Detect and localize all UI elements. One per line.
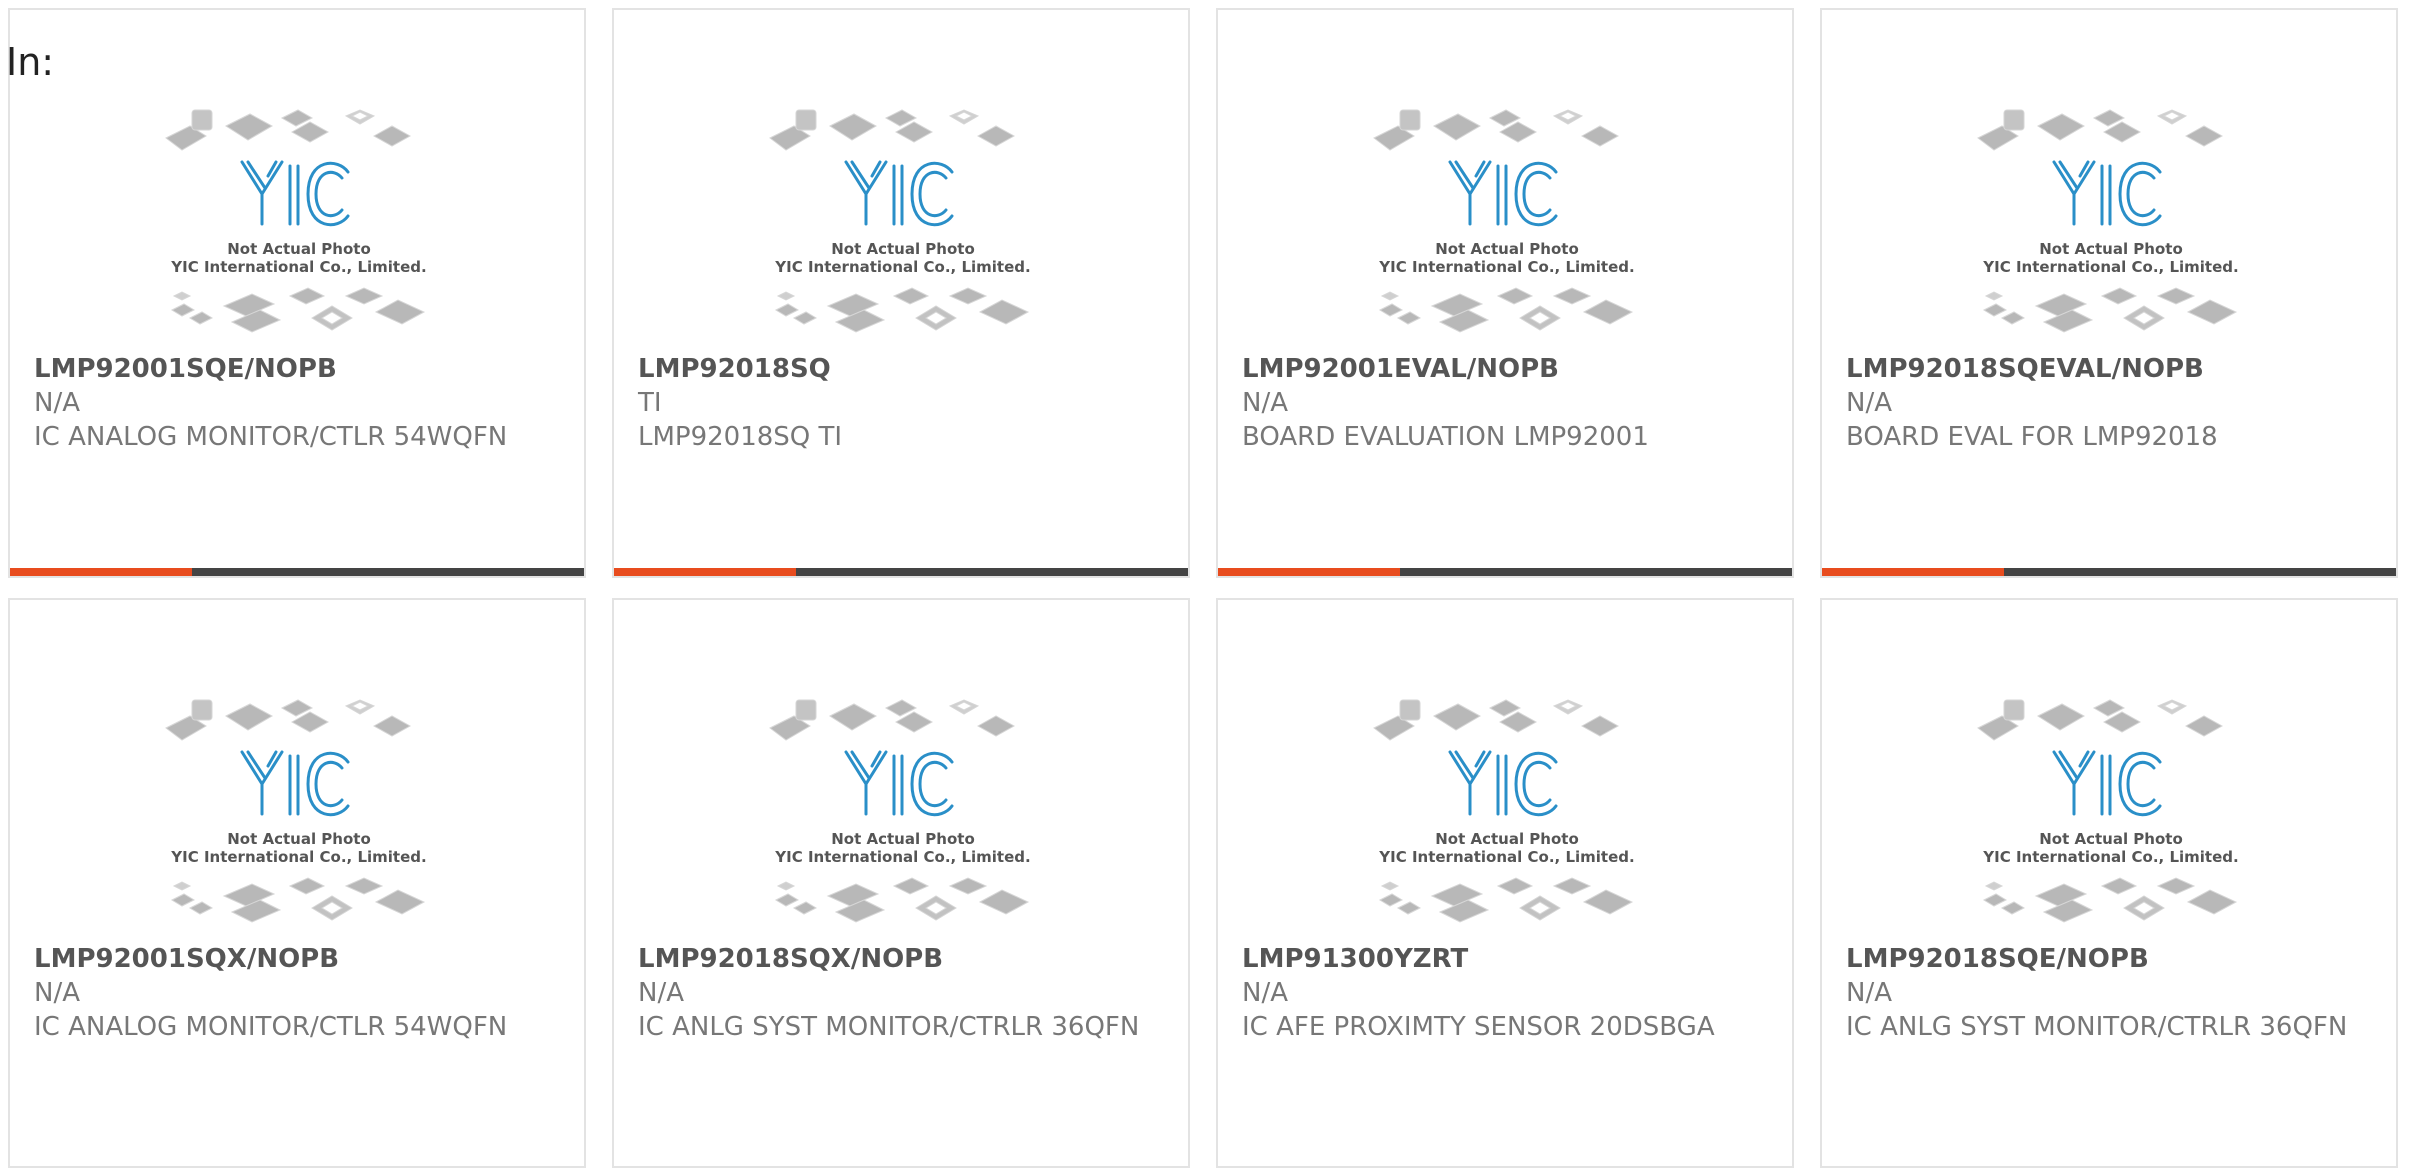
chip-package-illustration xyxy=(1373,109,1634,333)
manufacturer: N/A xyxy=(34,978,80,1008)
description: BOARD EVAL FOR LMP92018 xyxy=(1846,422,2218,452)
photo-caption-line2: YIC International Co., Limited. xyxy=(1983,848,2239,866)
not-actual-photo-image: Not Actual Photo YIC International Co., … xyxy=(162,100,436,348)
card-accent-bar xyxy=(614,568,796,576)
manufacturer: N/A xyxy=(638,978,684,1008)
photo-caption-line2: YIC International Co., Limited. xyxy=(1379,848,1635,866)
part-number-link[interactable]: LMP92018SQEVAL/NOPB xyxy=(1846,352,2376,386)
part-number-link[interactable]: LMP91300YZRT xyxy=(1242,942,1772,976)
product-card[interactable]: Not Actual Photo YIC International Co., … xyxy=(8,598,586,1168)
photo-caption-line1: Not Actual Photo xyxy=(1435,240,1579,258)
photo-caption-line1: Not Actual Photo xyxy=(2039,830,2183,848)
manufacturer: TI xyxy=(638,388,662,418)
not-actual-photo-image: Not Actual Photo YIC International Co., … xyxy=(1370,100,1644,348)
description: IC ANLG SYST MONITOR/CTRLR 36QFN xyxy=(638,1012,1140,1042)
photo-caption-line1: Not Actual Photo xyxy=(831,830,975,848)
product-card[interactable]: Not Actual Photo YIC International Co., … xyxy=(1216,8,1794,578)
product-grid: Not Actual Photo YIC International Co., … xyxy=(8,8,2403,1168)
photo-caption-line1: Not Actual Photo xyxy=(227,830,371,848)
not-actual-photo-image: Not Actual Photo YIC International Co., … xyxy=(1370,690,1644,938)
photo-caption-line2: YIC International Co., Limited. xyxy=(775,258,1031,276)
manufacturer: N/A xyxy=(1846,388,1892,418)
photo-caption-line1: Not Actual Photo xyxy=(1435,830,1579,848)
product-card[interactable]: Not Actual Photo YIC International Co., … xyxy=(612,598,1190,1168)
chip-package-illustration xyxy=(165,699,426,923)
description: IC ANALOG MONITOR/CTLR 54WQFN xyxy=(34,422,508,452)
filter-label: In: xyxy=(6,40,55,84)
product-info: LMP92018SQ TI LMP92018SQ TI xyxy=(638,352,1168,454)
card-bottom-bar xyxy=(614,568,1188,576)
not-actual-photo-image: Not Actual Photo YIC International Co., … xyxy=(766,690,1040,938)
not-actual-photo-image: Not Actual Photo YIC International Co., … xyxy=(162,690,436,938)
description: BOARD EVALUATION LMP92001 xyxy=(1242,422,1649,452)
photo-caption-line2: YIC International Co., Limited. xyxy=(1983,258,2239,276)
not-actual-photo-image: Not Actual Photo YIC International Co., … xyxy=(1974,100,2248,348)
product-info: LMP92018SQE/NOPB N/A IC ANLG SYST MONITO… xyxy=(1846,942,2376,1044)
photo-caption-line2: YIC International Co., Limited. xyxy=(171,848,427,866)
not-actual-photo-image: Not Actual Photo YIC International Co., … xyxy=(766,100,1040,348)
chip-package-illustration xyxy=(165,109,426,333)
part-number-link[interactable]: LMP92001SQE/NOPB xyxy=(34,352,564,386)
description: IC ANALOG MONITOR/CTLR 54WQFN xyxy=(34,1012,508,1042)
part-number-link[interactable]: LMP92001EVAL/NOPB xyxy=(1242,352,1772,386)
photo-caption-line1: Not Actual Photo xyxy=(831,240,975,258)
product-card[interactable]: Not Actual Photo YIC International Co., … xyxy=(612,8,1190,578)
product-info: LMP92018SQX/NOPB N/A IC ANLG SYST MONITO… xyxy=(638,942,1168,1044)
manufacturer: N/A xyxy=(1242,388,1288,418)
product-card[interactable]: Not Actual Photo YIC International Co., … xyxy=(1820,598,2398,1168)
manufacturer: N/A xyxy=(34,388,80,418)
description: IC AFE PROXIMTY SENSOR 20DSBGA xyxy=(1242,1012,1715,1042)
photo-caption-line2: YIC International Co., Limited. xyxy=(775,848,1031,866)
card-accent-bar xyxy=(10,568,192,576)
product-info: LMP91300YZRT N/A IC AFE PROXIMTY SENSOR … xyxy=(1242,942,1772,1044)
product-info: LMP92018SQEVAL/NOPB N/A BOARD EVAL FOR L… xyxy=(1846,352,2376,454)
chip-package-illustration xyxy=(1977,699,2238,923)
part-number-link[interactable]: LMP92001SQX/NOPB xyxy=(34,942,564,976)
not-actual-photo-image: Not Actual Photo YIC International Co., … xyxy=(1974,690,2248,938)
card-accent-bar xyxy=(1218,568,1400,576)
part-number-link[interactable]: LMP92018SQ xyxy=(638,352,1168,386)
product-info: LMP92001SQE/NOPB N/A IC ANALOG MONITOR/C… xyxy=(34,352,564,454)
product-card[interactable]: Not Actual Photo YIC International Co., … xyxy=(1820,8,2398,578)
description: IC ANLG SYST MONITOR/CTRLR 36QFN xyxy=(1846,1012,2348,1042)
card-accent-bar xyxy=(1822,568,2004,576)
manufacturer: N/A xyxy=(1846,978,1892,1008)
product-card[interactable]: Not Actual Photo YIC International Co., … xyxy=(8,8,586,578)
product-info: LMP92001EVAL/NOPB N/A BOARD EVALUATION L… xyxy=(1242,352,1772,454)
part-number-link[interactable]: LMP92018SQX/NOPB xyxy=(638,942,1168,976)
photo-caption-line1: Not Actual Photo xyxy=(2039,240,2183,258)
card-bottom-bar xyxy=(1822,568,2396,576)
product-info: LMP92001SQX/NOPB N/A IC ANALOG MONITOR/C… xyxy=(34,942,564,1044)
photo-caption-line1: Not Actual Photo xyxy=(227,240,371,258)
manufacturer: N/A xyxy=(1242,978,1288,1008)
card-bottom-bar xyxy=(10,568,584,576)
product-card[interactable]: Not Actual Photo YIC International Co., … xyxy=(1216,598,1794,1168)
part-number-link[interactable]: LMP92018SQE/NOPB xyxy=(1846,942,2376,976)
description: LMP92018SQ TI xyxy=(638,422,843,452)
photo-caption-line2: YIC International Co., Limited. xyxy=(171,258,427,276)
chip-package-illustration xyxy=(769,109,1030,333)
photo-caption-line2: YIC International Co., Limited. xyxy=(1379,258,1635,276)
chip-package-illustration xyxy=(1373,699,1634,923)
card-bottom-bar xyxy=(1218,568,1792,576)
chip-package-illustration xyxy=(1977,109,2238,333)
chip-package-illustration xyxy=(769,699,1030,923)
